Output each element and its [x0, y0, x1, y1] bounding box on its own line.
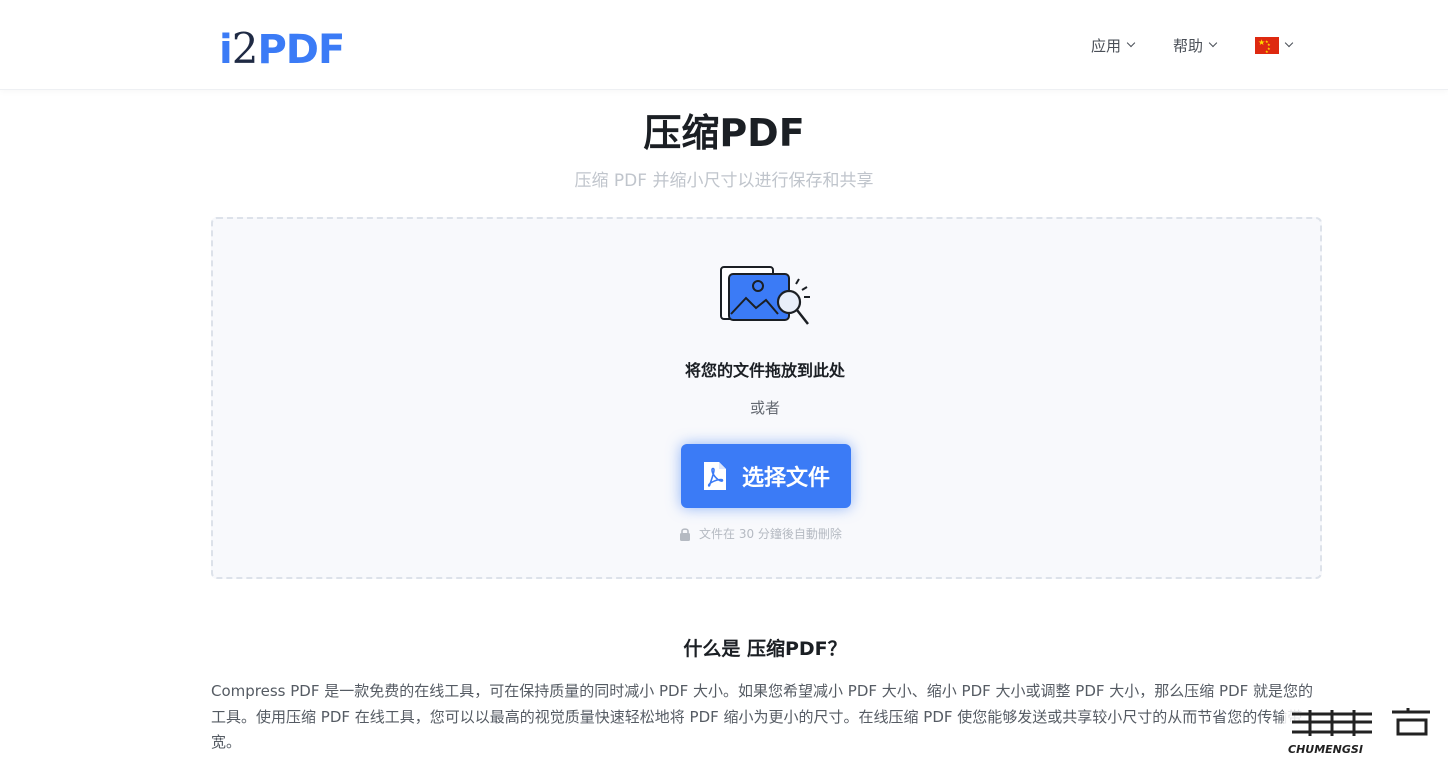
chevron-down-icon: [1208, 38, 1218, 48]
auto-delete-note: 文件在 30 分鐘後自動刪除: [679, 525, 842, 542]
logo-pdf: PDF: [257, 27, 345, 73]
or-separator: 或者: [749, 399, 780, 417]
chumengsi-watermark: CHUMENGSI: [1284, 706, 1430, 756]
auto-delete-text: 文件在 30 分鐘後自動刪除: [699, 527, 842, 541]
lock-icon: [680, 527, 690, 541]
nav-help-label: 帮助: [1173, 36, 1204, 55]
nav-apps[interactable]: 应用: [1091, 34, 1136, 56]
page-title: 压缩PDF: [643, 111, 805, 155]
image-search-icon: [720, 266, 810, 325]
logo-i: i: [219, 27, 233, 73]
logo-two: 2: [231, 24, 259, 73]
chevron-down-icon: [1284, 38, 1294, 48]
choose-file-label: 选择文件: [741, 465, 830, 490]
pdf-file-icon: [703, 462, 726, 490]
cn-flag-icon: ★ ★ ★ ★ ★: [1255, 36, 1279, 54]
choose-file-button[interactable]: 选择文件: [681, 444, 851, 508]
drop-instruction: 将您的文件拖放到此处: [684, 361, 845, 380]
nav-help[interactable]: 帮助: [1173, 34, 1218, 56]
top-header: i 2 PDF 应用 帮助 ★ ★ ★ ★ ★: [0, 0, 1448, 90]
language-selector[interactable]: ★ ★ ★ ★ ★: [1255, 34, 1294, 56]
section-paragraph: Compress PDF 是一款免费的在线工具，可在保持质量的同时减小 PDF …: [211, 682, 1314, 751]
i2pdf-logo[interactable]: i 2 PDF: [219, 24, 345, 73]
nav-apps-label: 应用: [1091, 36, 1122, 55]
watermark-text: CHUMENGSI: [1288, 743, 1363, 756]
section-title: 什么是 压缩PDF？: [683, 638, 847, 660]
chevron-down-icon: [1126, 38, 1136, 48]
page-subtitle: 压缩 PDF 并缩小尺寸以进行保存和共享: [574, 171, 874, 191]
